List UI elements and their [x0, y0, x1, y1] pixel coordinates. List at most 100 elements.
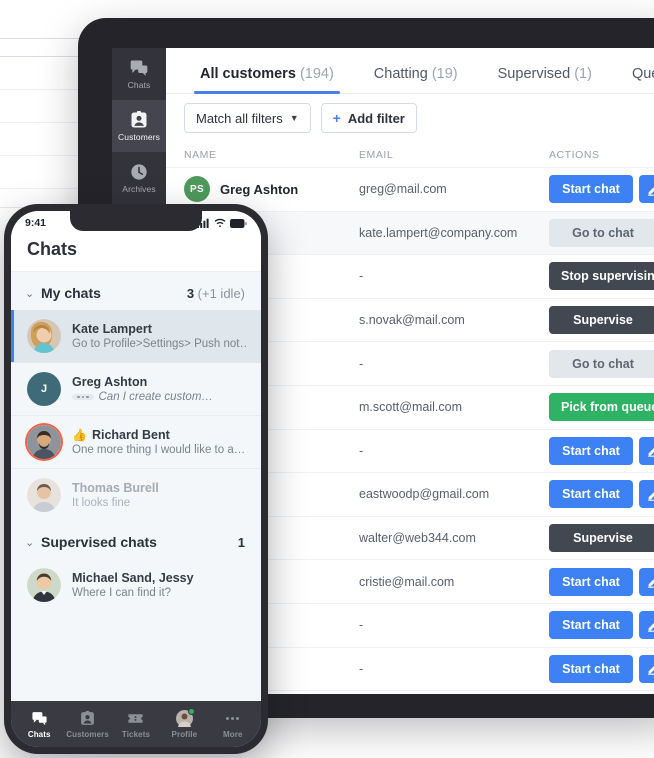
nav-item-profile[interactable]: Profile — [160, 707, 208, 739]
nav-item-tickets[interactable]: Tickets — [112, 710, 160, 739]
action-button[interactable]: Go to chat — [549, 218, 654, 247]
cell-actions: Start chat — [549, 436, 654, 465]
action-button[interactable]: Start chat — [549, 567, 633, 596]
customer-name: Greg Ashton — [220, 181, 299, 197]
filter-bar: Match all filters ▼ + Add filter — [166, 94, 654, 142]
action-button[interactable]: Start chat — [549, 436, 633, 465]
action-button[interactable]: Supervise — [549, 306, 654, 335]
phone-page-title: Chats — [11, 235, 261, 272]
avatar — [27, 568, 61, 602]
phone-bottom-nav: Chats Customers Tickets Profile More — [11, 701, 261, 747]
tab-queued-label: Queued — [631, 66, 654, 82]
action-button[interactable]: Stop supervising — [549, 262, 654, 291]
chat-item-text: Greg Ashton Can I create custom… — [72, 375, 247, 403]
tab-all-customers-count: (194) — [299, 66, 334, 82]
column-header-actions: ACTIONS — [549, 148, 600, 161]
richard-avatar — [27, 425, 61, 459]
chat-item-name: Greg Ashton — [72, 375, 148, 389]
chat-item-text: Michael Sand, Jessy Where I can find it? — [72, 571, 247, 599]
phone-screen: 9:41 Chats ⌄ My chats 3 (+1 idle) Kate L… — [11, 211, 261, 747]
phone-chat-list: ⌄ My chats 3 (+1 idle) Kate Lampert Go to Pr… — [11, 272, 261, 701]
nav-item-chats[interactable]: Chats — [15, 710, 63, 739]
chat-item-name-row: 👍 Richard Bent — [72, 428, 247, 442]
chat-group-count-value: 3 — [186, 285, 195, 301]
chat-list-item[interactable]: 👍 Richard Bent One more thing I would like… — [11, 416, 261, 469]
action-button[interactable]: Start chat — [549, 480, 633, 509]
profile-avatar-icon — [175, 707, 195, 727]
pencil-icon — [647, 578, 654, 588]
avatar: PS — [184, 176, 210, 203]
action-button[interactable]: Start chat — [549, 654, 633, 683]
chat-item-message-row: Where I can find it? — [72, 587, 247, 599]
tab-all-customers-label: All customers — [200, 66, 296, 82]
chat-list-item[interactable]: Thomas Burell It looks fine — [11, 469, 261, 521]
pencil-icon — [647, 622, 654, 632]
tab-chatting-label: Chatting — [373, 66, 428, 82]
action-button[interactable]: Go to chat — [549, 349, 654, 378]
chevron-down-icon: ⌄ — [25, 287, 35, 300]
michael-avatar — [27, 568, 61, 602]
action-button[interactable]: Start chat — [549, 175, 633, 204]
edit-button[interactable] — [639, 567, 654, 596]
action-button[interactable]: Supervise — [549, 524, 654, 553]
tab-all-customers[interactable]: All customers (194) — [180, 66, 354, 94]
column-header-name: NAME — [184, 148, 217, 161]
clock-icon — [129, 162, 149, 182]
customers-icon — [81, 710, 94, 725]
cell-email: - — [359, 269, 364, 284]
cell-email: eastwoodp@gmail.com — [359, 487, 490, 502]
sidebar-item-chats-label: Chats — [127, 80, 151, 91]
add-filter-button[interactable]: + Add filter — [320, 103, 417, 133]
cell-name: PS Greg Ashton — [184, 176, 359, 203]
customers-icon — [129, 110, 149, 130]
chat-item-message-row: It looks fine — [72, 497, 247, 509]
cell-email: cristie@mail.com — [359, 574, 455, 589]
tab-supervised[interactable]: Supervised (1) — [478, 66, 612, 93]
edit-button[interactable] — [639, 480, 654, 509]
match-all-filters-dropdown[interactable]: Match all filters ▼ — [184, 103, 311, 133]
action-button[interactable]: Pick from queue — [549, 393, 654, 422]
cell-email: s.novak@mail.com — [359, 313, 465, 328]
thumbs-up-icon: 👍 — [72, 428, 87, 442]
sidebar-item-chats[interactable]: Chats — [112, 48, 166, 100]
chat-item-message: Go to Profile>Settings> Push not… — [72, 338, 247, 350]
chat-item-name-row: Kate Lampert — [72, 322, 247, 336]
chat-item-name: Kate Lampert — [72, 322, 152, 336]
tab-chatting-count: (19) — [431, 66, 458, 82]
chat-item-message: One more thing I would like to a… — [72, 444, 246, 456]
pencil-icon — [647, 491, 654, 501]
chat-list-item[interactable]: J Greg Ashton Can I create custom… — [11, 363, 261, 416]
tab-supervised-count: (1) — [574, 66, 592, 82]
chat-item-message-row: Can I create custom… — [72, 391, 247, 403]
cell-email: greg@mail.com — [359, 182, 447, 197]
chat-item-name: Thomas Burell — [72, 481, 159, 495]
chat-list-item[interactable]: Kate Lampert Go to Profile>Settings> Push… — [11, 310, 261, 363]
cell-actions: Go to chat — [549, 218, 654, 247]
chat-item-name-row: Greg Ashton — [72, 375, 247, 389]
action-button[interactable]: Start chat — [549, 611, 633, 640]
edit-button[interactable] — [639, 654, 654, 683]
tab-chatting[interactable]: Chatting (19) — [354, 66, 478, 93]
sidebar-item-customers[interactable]: Customers — [112, 100, 166, 152]
cell-actions: Supervise — [549, 306, 654, 335]
cell-actions: Stop supervising — [549, 262, 654, 291]
chat-group-header[interactable]: ⌄ My chats 3 (+1 idle) — [11, 272, 261, 310]
chat-group-count: 3 (+1 idle) — [187, 286, 245, 301]
avatar: J — [27, 372, 61, 406]
wifi-icon — [214, 218, 226, 228]
edit-button[interactable] — [639, 175, 654, 204]
nav-item-more[interactable]: More — [209, 710, 257, 739]
online-status-dot — [187, 707, 195, 715]
chat-group-header[interactable]: ⌄ Supervised chats 1 — [11, 521, 261, 559]
chats-icon — [32, 711, 47, 725]
tab-queued[interactable]: Queued (1) — [612, 66, 654, 93]
chat-list-item[interactable]: Michael Sand, Jessy Where I can find it? — [11, 559, 261, 611]
edit-button[interactable] — [639, 611, 654, 640]
phone-notch — [70, 211, 202, 231]
nav-item-chats-label: Chats — [27, 729, 51, 739]
edit-button[interactable] — [639, 436, 654, 465]
sidebar-item-archives[interactable]: Archives — [112, 152, 166, 204]
chat-item-message: Can I create custom… — [98, 391, 213, 403]
cell-email: m.scott@mail.com — [359, 400, 462, 415]
nav-item-customers[interactable]: Customers — [64, 710, 112, 739]
